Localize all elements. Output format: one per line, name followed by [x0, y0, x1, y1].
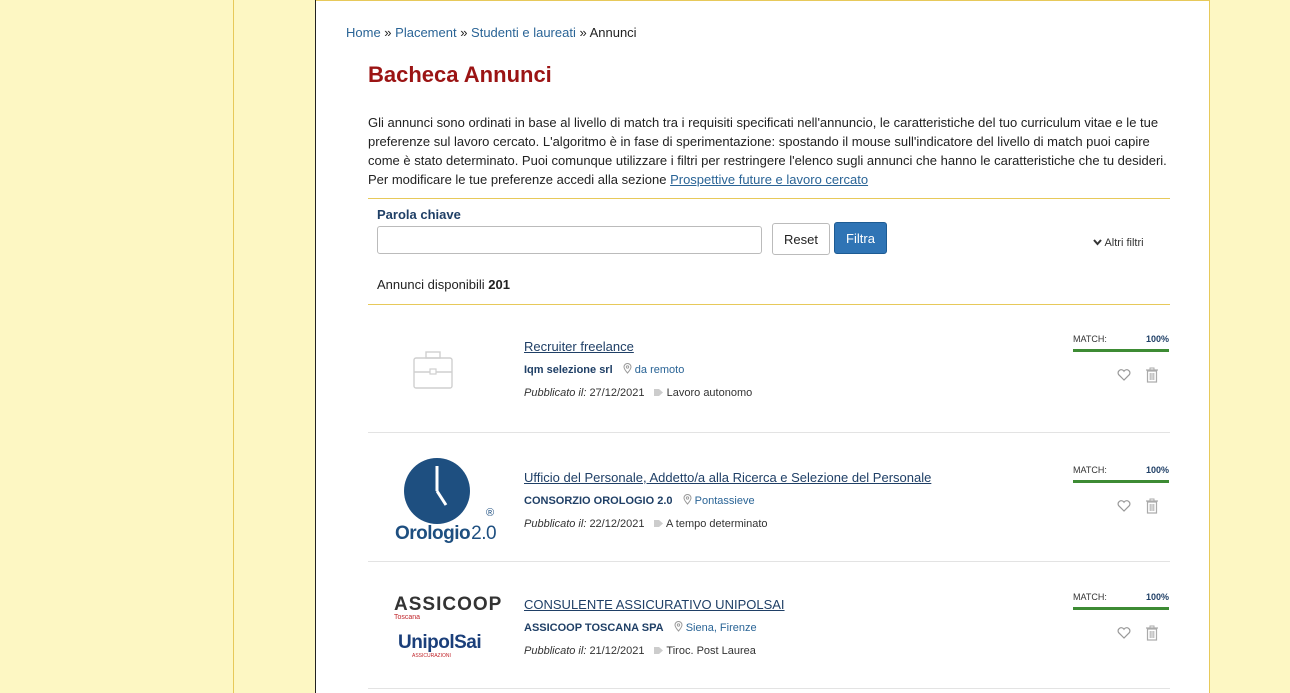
map-pin-icon	[623, 363, 632, 374]
published-date: 22/12/2021	[589, 518, 645, 530]
job-location: da remoto	[634, 364, 685, 376]
match-bar	[1073, 607, 1169, 610]
tag-icon	[653, 389, 663, 396]
job-meta-line: Pubblicato il: 27/12/2021 Lavoro autonom…	[524, 387, 752, 399]
match-bar	[1073, 349, 1169, 352]
filter-button[interactable]: Filtra	[834, 222, 887, 254]
more-filters-label: Altri filtri	[1104, 237, 1144, 249]
breadcrumb-separator: »	[380, 25, 396, 40]
results-divider	[368, 304, 1170, 305]
job-divider	[368, 432, 1170, 433]
company-logo: ® Orologio2.0	[368, 449, 498, 549]
heart-icon[interactable]	[1117, 627, 1131, 639]
job-company-line: Iqm selezione srl da remoto	[524, 363, 684, 376]
trash-icon[interactable]	[1145, 625, 1159, 641]
breadcrumb-current: Annunci	[589, 25, 637, 40]
company-logo: ASSICOOP Toscana UnipolSai ASSICURAZIONI	[368, 592, 501, 692]
heart-icon[interactable]	[1117, 369, 1131, 381]
preferences-link[interactable]: Prospettive future e lavoro cercato	[670, 172, 868, 187]
job-meta-line: Pubblicato il: 21/12/2021 Tiroc. Post La…	[524, 645, 756, 657]
logo-registered-mark: ®	[486, 507, 495, 519]
match-percent: 100%	[1145, 334, 1169, 344]
published-label: Pubblicato il:	[524, 518, 587, 530]
match-bar	[1073, 480, 1169, 483]
right-yellow-panel	[1209, 0, 1290, 693]
filter-top-divider	[368, 198, 1170, 199]
contract-type: A tempo determinato	[666, 518, 768, 530]
page-title: Bacheca Annunci	[368, 62, 552, 87]
breadcrumb-placement-link[interactable]: Placement	[395, 25, 456, 40]
match-indicator[interactable]: MATCH: 100%	[1073, 592, 1169, 610]
breadcrumb-separator: »	[456, 25, 472, 40]
company-logo	[368, 334, 498, 434]
company-name: ASSICOOP TOSCANA SPA	[524, 622, 664, 634]
contract-type: Lavoro autonomo	[666, 387, 753, 399]
job-location: Siena, Firenze	[685, 622, 757, 634]
tag-icon	[653, 520, 663, 527]
trash-icon[interactable]	[1145, 498, 1159, 514]
results-count-value: 201	[488, 277, 510, 292]
intro-text: Gli annunci sono ordinati in base al liv…	[368, 113, 1168, 189]
map-pin-icon	[674, 621, 683, 632]
breadcrumb-studenti-link[interactable]: Studenti e laureati	[471, 25, 576, 40]
more-filters-toggle[interactable]: Altri filtri	[1093, 237, 1144, 249]
breadcrumb: Home » Placement » Studenti e laureati »…	[346, 25, 637, 40]
job-company-line: CONSORZIO OROLOGIO 2.0 Pontassieve	[524, 494, 755, 507]
logo-brand-name: Orologio	[395, 523, 471, 544]
keyword-label: Parola chiave	[377, 207, 461, 222]
top-divider	[316, 0, 1209, 1]
job-location: Pontassieve	[694, 495, 755, 507]
job-company-line: ASSICOOP TOSCANA SPA Siena, Firenze	[524, 621, 757, 634]
published-date: 27/12/2021	[589, 387, 645, 399]
published-date: 21/12/2021	[589, 645, 645, 657]
results-count: Annunci disponibili 201	[377, 277, 510, 292]
trash-icon[interactable]	[1145, 367, 1159, 383]
reset-button[interactable]: Reset	[772, 223, 830, 255]
job-title-link[interactable]: Ufficio del Personale, Addetto/a alla Ri…	[524, 470, 931, 485]
map-pin-icon	[683, 494, 692, 505]
results-count-label: Annunci disponibili	[377, 277, 489, 292]
match-percent: 100%	[1145, 592, 1169, 602]
breadcrumb-separator: »	[575, 25, 590, 40]
job-title-link[interactable]: Recruiter freelance	[524, 339, 634, 354]
logo-assicoop-sub: Toscana	[394, 614, 421, 621]
match-indicator[interactable]: MATCH: 100%	[1073, 465, 1169, 483]
job-meta-line: Pubblicato il: 22/12/2021 A tempo determ…	[524, 518, 768, 530]
logo-unipolsai: UnipolSai	[398, 632, 482, 653]
logo-assicoop: ASSICOOP	[394, 594, 503, 615]
contract-type: Tiroc. Post Laurea	[666, 645, 756, 657]
job-divider	[368, 688, 1170, 689]
left-yellow-strip	[234, 0, 316, 693]
main-content: Home » Placement » Studenti e laureati »…	[316, 0, 1209, 693]
job-title-link[interactable]: CONSULENTE ASSICURATIVO UNIPOLSAI	[524, 597, 785, 612]
left-yellow-panel	[0, 0, 234, 693]
published-label: Pubblicato il:	[524, 387, 587, 399]
keyword-input[interactable]	[377, 226, 762, 254]
logo-brand-version: 2.0	[471, 523, 497, 544]
breadcrumb-home-link[interactable]: Home	[346, 25, 381, 40]
logo-brand: Orologio2.0	[395, 523, 497, 545]
tag-icon	[653, 647, 663, 654]
published-label: Pubblicato il:	[524, 645, 587, 657]
company-name: Iqm selezione srl	[524, 364, 613, 376]
briefcase-icon	[413, 351, 453, 389]
job-divider	[368, 561, 1170, 562]
heart-icon[interactable]	[1117, 500, 1131, 512]
match-percent: 100%	[1145, 465, 1169, 475]
chevron-down-icon	[1093, 239, 1102, 246]
match-indicator[interactable]: MATCH: 100%	[1073, 334, 1169, 352]
company-name: CONSORZIO OROLOGIO 2.0	[524, 495, 673, 507]
logo-unipolsai-sub: ASSICURAZIONI	[412, 653, 451, 659]
